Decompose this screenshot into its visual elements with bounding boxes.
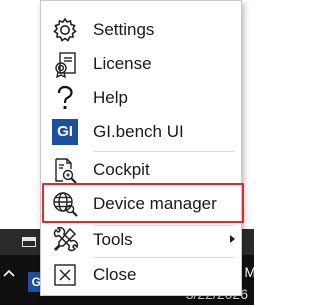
- cockpit-document-magnifier-icon: [51, 156, 79, 184]
- tools-wrench-screwdriver-icon: [51, 226, 79, 254]
- close-box-icon: [51, 261, 79, 289]
- menu-item-label: Help: [93, 88, 128, 107]
- gi-logo-icon: GI: [51, 118, 79, 146]
- menu-item-label: Tools: [93, 230, 133, 249]
- menu-item-license[interactable]: License: [41, 47, 241, 81]
- menu-item-gi-bench-ui[interactable]: GI GI.bench UI: [41, 115, 241, 149]
- menu-item-settings[interactable]: Settings: [41, 13, 241, 47]
- gi-logo-text: GI: [52, 119, 78, 145]
- taskbar-window-icon[interactable]: [22, 237, 36, 247]
- menu-item-label: Close: [93, 265, 137, 284]
- menu-separator: [93, 151, 235, 152]
- menu-item-label: Cockpit: [93, 160, 150, 179]
- menu-item-help[interactable]: Help: [41, 81, 241, 115]
- gear-icon: [51, 16, 79, 44]
- license-certificate-icon: [51, 50, 79, 78]
- help-question-icon: [51, 84, 79, 112]
- menu-item-cockpit[interactable]: Cockpit: [41, 153, 241, 187]
- menu-item-close[interactable]: Close: [41, 258, 241, 292]
- taskbar-clock-time[interactable]: M: [244, 264, 254, 280]
- show-hidden-icons-chevron-icon[interactable]: [3, 268, 15, 280]
- menu-item-label: Settings: [93, 20, 155, 39]
- device-manager-highlight-box: [42, 183, 244, 223]
- menu-item-label: GI.bench UI: [93, 122, 184, 141]
- screen: GI M 3/22/2026 Settings: [0, 0, 254, 305]
- menu-item-tools[interactable]: Tools: [41, 223, 241, 257]
- submenu-arrow-icon: [230, 235, 235, 243]
- tray-context-menu: Settings License Help GI GI.bench UI Coc…: [40, 0, 242, 296]
- menu-item-label: License: [93, 54, 152, 73]
